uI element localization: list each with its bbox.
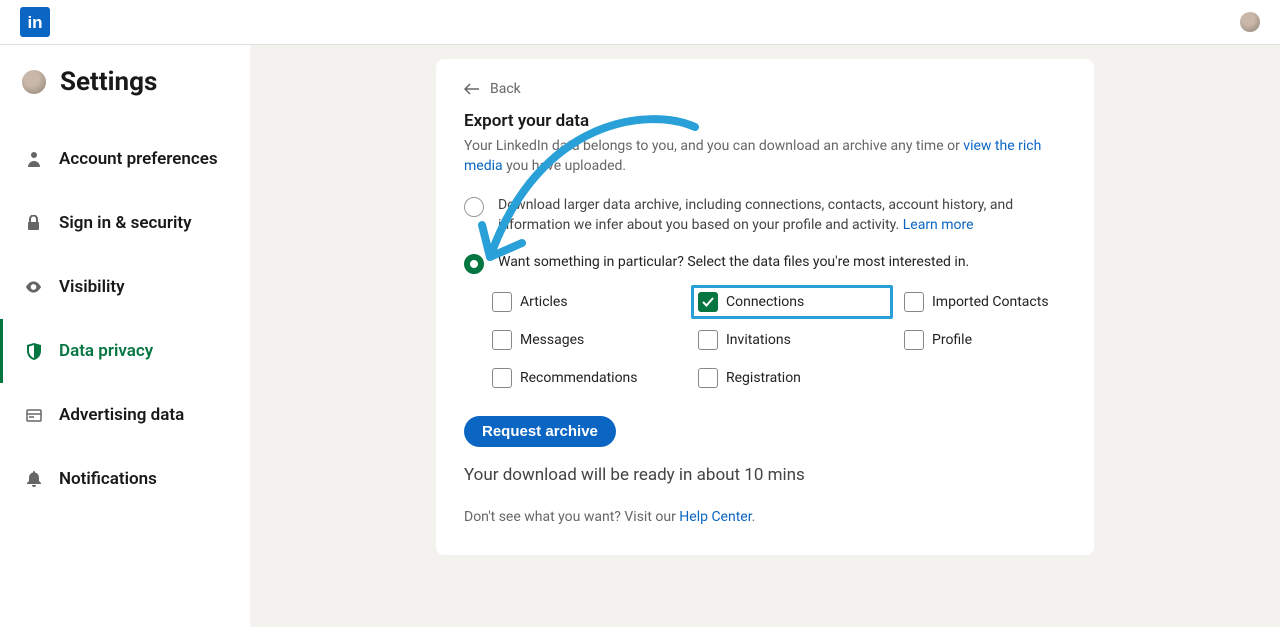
- checkbox-articles[interactable]: Articles: [492, 292, 672, 312]
- sidebar-item-label: Data privacy: [59, 341, 153, 361]
- back-label: Back: [490, 81, 521, 97]
- page-title: Settings: [60, 67, 157, 97]
- avatar: [22, 70, 46, 94]
- radio-larger-archive[interactable]: Download larger data archive, including …: [464, 196, 1066, 235]
- card-description: Your LinkedIn data belongs to you, and y…: [464, 137, 1066, 176]
- linkedin-logo-icon[interactable]: in: [20, 7, 50, 37]
- sidebar-item-advertising-data[interactable]: Advertising data: [0, 383, 250, 447]
- checkbox-icon: [698, 330, 718, 350]
- lock-icon: [25, 215, 42, 231]
- checkbox-imported-contacts[interactable]: Imported Contacts: [904, 292, 1084, 312]
- avatar-menu[interactable]: [1240, 12, 1260, 32]
- sidebar-item-visibility[interactable]: Visibility: [0, 255, 250, 319]
- person-icon: [25, 151, 42, 167]
- checkbox-icon: [492, 330, 512, 350]
- settings-header: Settings: [0, 67, 250, 97]
- eye-icon: [25, 281, 42, 293]
- card-icon: [25, 409, 42, 422]
- sidebar-item-label: Sign in & security: [59, 213, 192, 233]
- sidebar-item-label: Account preferences: [59, 149, 218, 169]
- sidebar-item-data-privacy[interactable]: Data privacy: [0, 319, 250, 383]
- checkbox-recommendations[interactable]: Recommendations: [492, 368, 672, 388]
- checkbox-checked-icon: [698, 292, 718, 312]
- checkbox-connections[interactable]: Connections: [691, 285, 893, 319]
- checkbox-icon: [492, 292, 512, 312]
- learn-more-link[interactable]: Learn more: [903, 217, 974, 233]
- shield-icon: [25, 343, 42, 360]
- checkbox-icon: [698, 368, 718, 388]
- radio-particular-files[interactable]: Want something in particular? Select the…: [464, 253, 1066, 274]
- sidebar-item-label: Advertising data: [59, 405, 184, 425]
- request-archive-button[interactable]: Request archive: [464, 416, 616, 447]
- checkbox-messages[interactable]: Messages: [492, 330, 672, 350]
- checkbox-icon: [492, 368, 512, 388]
- sidebar-item-label: Notifications: [59, 469, 157, 489]
- sidebar-item-account-preferences[interactable]: Account preferences: [0, 127, 250, 191]
- radio-selected-icon: [464, 254, 484, 274]
- export-data-card: Back Export your data Your LinkedIn data…: [436, 59, 1094, 555]
- card-title: Export your data: [464, 111, 1066, 131]
- help-text: Don't see what you want? Visit our Help …: [464, 509, 1066, 525]
- checkbox-invitations[interactable]: Invitations: [698, 330, 878, 350]
- arrow-left-icon: [464, 83, 480, 95]
- bell-icon: [25, 471, 42, 487]
- checkbox-grid: Articles Connections Imported Contacts M…: [464, 292, 1066, 388]
- radio-icon: [464, 197, 484, 217]
- back-button[interactable]: Back: [464, 81, 1066, 97]
- checkbox-profile[interactable]: Profile: [904, 330, 1084, 350]
- help-center-link[interactable]: Help Center: [679, 509, 751, 525]
- checkbox-registration[interactable]: Registration: [698, 368, 878, 388]
- download-ready-note: Your download will be ready in about 10 …: [464, 465, 1066, 485]
- checkbox-icon: [904, 292, 924, 312]
- sidebar-item-signin-security[interactable]: Sign in & security: [0, 191, 250, 255]
- settings-sidebar: Settings Account preferences Sign in & s…: [0, 45, 250, 627]
- sidebar-item-notifications[interactable]: Notifications: [0, 447, 250, 511]
- main-content: Back Export your data Your LinkedIn data…: [250, 45, 1280, 627]
- topbar: in: [0, 0, 1280, 45]
- checkbox-icon: [904, 330, 924, 350]
- sidebar-item-label: Visibility: [59, 277, 125, 297]
